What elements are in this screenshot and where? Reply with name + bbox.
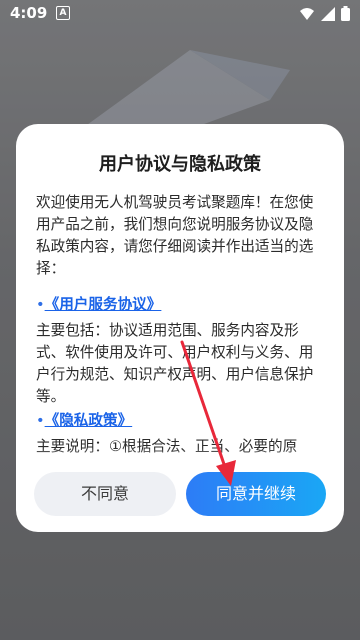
battery-icon [341, 6, 350, 21]
intro-text: 欢迎使用无人机驾驶员考试聚题库！在您使用产品之前，我们想向您说明服务协议及隐私政… [36, 194, 314, 277]
disagree-button[interactable]: 不同意 [34, 472, 176, 516]
scroll-fade [36, 448, 326, 468]
status-bar: 4:09 A [0, 0, 360, 26]
wifi-icon [300, 7, 314, 20]
service-agreement-link[interactable]: 《用户服务协议》 [45, 296, 162, 313]
privacy-policy-row: •《隐私政策》 [36, 410, 326, 432]
status-indicators [299, 6, 350, 21]
dialog-title: 用户协议与隐私政策 [99, 154, 261, 175]
agreement-dialog: 用户协议与隐私政策 欢迎使用无人机驾驶员考试聚题库！在您使用产品之前，我们想向您… [16, 124, 344, 532]
service-agreement-row: •《用户服务协议》 [36, 294, 326, 316]
signal-icon [321, 6, 335, 21]
bullet: • [36, 296, 45, 313]
bullet: • [36, 412, 45, 429]
notification-icon: A [56, 6, 70, 20]
agree-continue-button[interactable]: 同意并继续 [186, 472, 326, 516]
dialog-content-scroll[interactable]: 欢迎使用无人机驾驶员考试聚题库！在您使用产品之前，我们想向您说明服务协议及隐私政… [36, 184, 326, 468]
service-agreement-description: 主要包括：协议适用范围、服务内容及形式、软件使用及许可、用户权利与义务、用户行为… [36, 322, 314, 405]
privacy-policy-link[interactable]: 《隐私政策》 [45, 412, 133, 429]
status-time: 4:09 [10, 4, 48, 22]
